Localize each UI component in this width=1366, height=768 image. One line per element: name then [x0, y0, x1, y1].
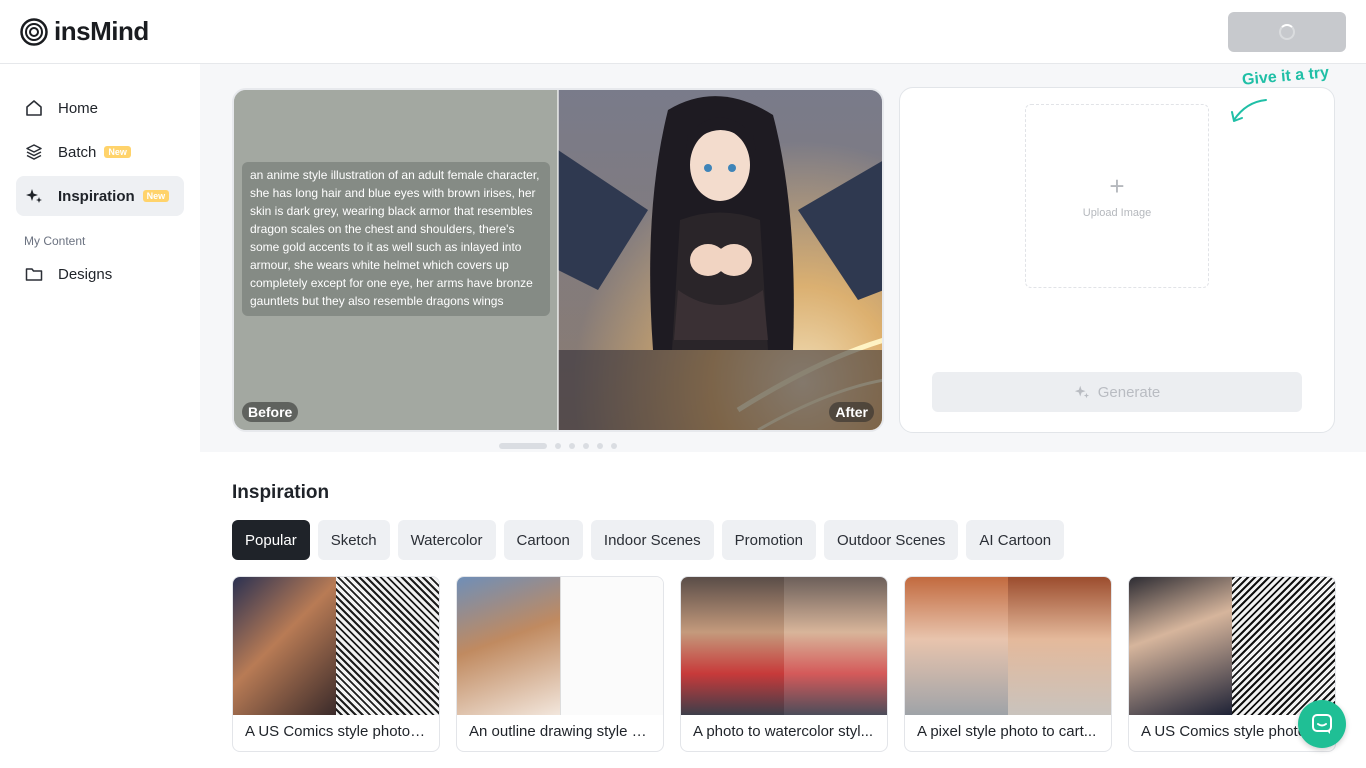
carousel-dot[interactable]	[611, 443, 617, 449]
carousel-dot[interactable]	[597, 443, 603, 449]
layers-icon	[24, 142, 44, 162]
sidebar-item-label: Home	[58, 99, 99, 117]
tab-popular[interactable]: Popular	[232, 520, 310, 560]
tab-promotion[interactable]: Promotion	[721, 520, 817, 560]
sidebar: Home Batch New Inspiration New My Conten…	[0, 64, 200, 768]
inspiration-card[interactable]: A photo to watercolor styl...	[680, 576, 888, 752]
carousel-dot[interactable]	[583, 443, 589, 449]
tab-ai-cartoon[interactable]: AI Cartoon	[966, 520, 1065, 560]
brand-name: insMind	[54, 16, 149, 46]
top-header: insMind	[0, 0, 1366, 64]
upload-image-dropzone[interactable]: + Upload Image	[1025, 104, 1209, 288]
sidebar-item-batch[interactable]: Batch New	[16, 132, 184, 172]
carousel-dot[interactable]	[569, 443, 575, 449]
card-thumbnail	[681, 577, 887, 715]
anime-dragon-girl-image	[558, 90, 882, 430]
curved-arrow-icon	[1231, 99, 1267, 122]
inspiration-card[interactable]: An outline drawing style p...	[456, 576, 664, 752]
upload-label: Upload Image	[1082, 207, 1152, 219]
sidebar-item-label: Inspiration	[58, 187, 135, 205]
after-label: After	[829, 402, 874, 422]
inspiration-card[interactable]: A pixel style photo to cart...	[904, 576, 1112, 752]
new-badge: New	[142, 190, 170, 202]
generate-label: Generate	[1097, 383, 1161, 401]
carousel-dot[interactable]	[499, 443, 547, 449]
card-caption: An outline drawing style p...	[469, 723, 653, 740]
tab-indoor-scenes[interactable]: Indoor Scenes	[590, 520, 714, 560]
before-label: Before	[242, 402, 299, 422]
after-image	[558, 90, 882, 430]
sidebar-item-home[interactable]: Home	[16, 88, 184, 128]
prompt-text: an anime style illustration of an adult …	[242, 162, 550, 316]
support-chat-button[interactable]	[1298, 700, 1346, 748]
before-after-showcase[interactable]: an anime style illustration of an adult …	[232, 88, 884, 432]
sparkle-icon	[1074, 385, 1089, 399]
inspiration-cards: A US Comics style photo t... An outline …	[232, 576, 1336, 752]
my-content-heading: My Content	[24, 234, 86, 248]
plus-icon: +	[1109, 171, 1125, 201]
card-caption: A pixel style photo to cart...	[917, 723, 1097, 740]
carousel-dot[interactable]	[555, 443, 561, 449]
sidebar-item-inspiration[interactable]: Inspiration New	[16, 176, 184, 216]
tab-cartoon[interactable]: Cartoon	[503, 520, 583, 560]
sidebar-item-label: Designs	[58, 265, 113, 283]
sidebar-item-label: Batch	[58, 143, 97, 161]
sparkle-icon	[24, 186, 44, 206]
inspiration-heading: Inspiration	[232, 482, 330, 503]
chat-icon	[1312, 714, 1332, 734]
tab-sketch[interactable]: Sketch	[317, 520, 390, 560]
before-panel: an anime style illustration of an adult …	[234, 90, 558, 430]
card-thumbnail	[1129, 577, 1335, 715]
card-thumbnail	[905, 577, 1111, 715]
home-icon	[24, 98, 44, 118]
folder-icon	[24, 264, 44, 284]
category-tabs: Popular Sketch Watercolor Cartoon Indoor…	[232, 520, 1065, 560]
brand-logo[interactable]: insMind	[20, 16, 149, 47]
carousel-indicator	[499, 443, 617, 449]
card-caption: A photo to watercolor styl...	[693, 723, 874, 740]
tab-watercolor[interactable]: Watercolor	[397, 520, 496, 560]
inspiration-card[interactable]: A US Comics style photo t...	[232, 576, 440, 752]
logo-icon	[20, 17, 48, 46]
card-thumbnail	[233, 577, 439, 715]
new-badge: New	[104, 146, 131, 158]
card-caption: A US Comics style photo t...	[245, 723, 431, 740]
card-thumbnail	[457, 577, 663, 715]
upload-panel: + Upload Image Generate	[899, 87, 1335, 433]
generate-button[interactable]: Generate	[932, 372, 1302, 412]
comparison-divider[interactable]	[557, 90, 559, 430]
account-button-loading[interactable]	[1228, 12, 1346, 52]
loading-spinner-icon	[1279, 24, 1295, 40]
tab-outdoor-scenes[interactable]: Outdoor Scenes	[824, 520, 959, 560]
sidebar-item-designs[interactable]: Designs	[16, 254, 184, 294]
